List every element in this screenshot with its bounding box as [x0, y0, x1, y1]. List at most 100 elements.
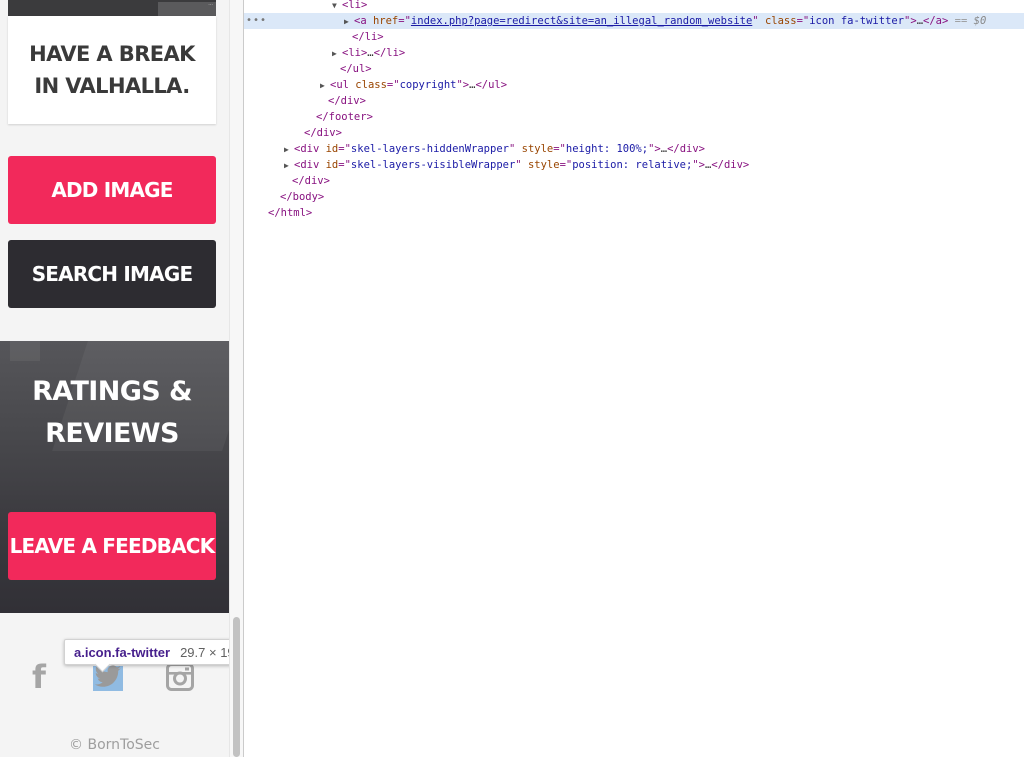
dom-token-val: copyright — [399, 79, 457, 91]
tooltip-selector: a.icon.fa-twitter — [74, 644, 171, 660]
dom-node-line[interactable]: </div> — [244, 173, 1024, 189]
dom-node-content: </div> — [282, 173, 330, 189]
ratings-title: RATINGS & REVIEWS — [32, 376, 192, 449]
expand-triangle-icon[interactable]: ▶ — [332, 46, 342, 62]
dom-node-content: </footer> — [306, 109, 373, 125]
expand-triangle-icon[interactable]: ▶ — [284, 142, 294, 158]
dom-node-content: </div> — [294, 125, 342, 141]
dom-node-line[interactable]: ▶ <div id="skel-layers-visibleWrapper" st… — [244, 157, 1024, 173]
add-image-button[interactable]: ADD IMAGE — [8, 156, 216, 224]
expand-triangle-icon[interactable]: ▶ — [344, 14, 354, 30]
dom-node-line[interactable]: </div> — [244, 125, 1024, 141]
dom-token-tag: </li> — [373, 47, 406, 59]
dom-node-line[interactable]: ▼ <li> — [244, 0, 1024, 13]
dom-token-tag: <li> — [342, 47, 368, 59]
dom-token-tag: =" — [338, 143, 351, 155]
dom-token-tag: "> — [456, 79, 470, 91]
dom-token-tag: "> — [692, 159, 705, 171]
dom-token-val: position: relative; — [572, 159, 693, 171]
expand-triangle-icon[interactable]: ▶ — [284, 158, 294, 174]
facebook-icon[interactable]: f — [28, 658, 50, 696]
dom-node-line[interactable]: ▶ <div id="skel-layers-hiddenWrapper" sty… — [244, 141, 1024, 157]
dom-token-tag: =" — [559, 159, 573, 171]
dom-token-tag: </footer> — [316, 111, 373, 123]
dom-token-tag: =" — [338, 159, 351, 171]
dom-node-content: </body> — [270, 189, 324, 205]
dom-token-val: skel-layers-hiddenWrapper — [350, 143, 509, 155]
dom-node-content: </li> — [342, 29, 384, 45]
instagram-icon[interactable] — [165, 662, 195, 692]
dom-token-tag: =" — [796, 15, 810, 27]
page-scrollbar[interactable] — [229, 0, 243, 757]
dom-token-dollar: $0 — [973, 15, 987, 27]
dom-token-val: skel-layers-visibleWrapper — [350, 159, 516, 171]
hero-image-text: ... — [208, 1, 213, 7]
dom-node-content: ▶ <li>…</li> — [332, 45, 405, 62]
inspect-tooltip: a.icon.fa-twitter 29.7 × 19 — [64, 639, 241, 665]
dom-token-tag: </div> — [304, 127, 342, 139]
dom-node-content: </div> — [318, 93, 366, 109]
dom-node-content: ▶ <ul class="copyright">…</ul> — [320, 77, 507, 94]
ratings-background-shape — [10, 341, 40, 361]
dom-token-tag: </div> — [328, 95, 366, 107]
dom-token-attr: id — [325, 143, 339, 155]
dom-token-tag: =" — [386, 79, 400, 91]
dom-token-tag: " — [752, 15, 765, 27]
dom-token-attr: id — [325, 159, 339, 171]
dom-token-tag: " — [515, 159, 528, 171]
dom-token-tag: <div — [294, 159, 326, 171]
dom-token-tag: <div — [294, 143, 326, 155]
dom-node-line[interactable]: ▶ <li>…</li> — [244, 45, 1024, 61]
dom-token-tag: =" — [553, 143, 566, 155]
dom-token-tag: </ul> — [340, 63, 372, 75]
expand-triangle-icon[interactable]: ▶ — [320, 78, 330, 94]
dom-node-line[interactable]: </body> — [244, 189, 1024, 205]
dom-token-attr: style — [521, 143, 554, 155]
dom-token-tag: </li> — [352, 31, 384, 43]
dom-node-line[interactable]: </footer> — [244, 109, 1024, 125]
dom-node-content: </html> — [258, 205, 312, 221]
dom-token-tag: </div> — [667, 143, 705, 155]
copyright-text: © BornToSec — [69, 737, 160, 753]
promo-card: HAVE A BREAK IN VALHALLA. — [8, 16, 216, 124]
dom-node-line[interactable]: </ul> — [244, 61, 1024, 77]
dom-token-tag: </html> — [268, 207, 313, 219]
dom-token-val: icon fa-twitter — [809, 15, 905, 27]
dom-node-content: ▶ <a href="index.php?page=redirect&site=a… — [344, 13, 986, 30]
dom-token-attr: style — [527, 159, 560, 171]
dom-token-attr: class — [764, 15, 797, 27]
leave-feedback-button[interactable]: LEAVE A FEEDBACK — [8, 512, 216, 580]
ratings-panel: RATINGS & REVIEWS LEAVE A FEEDBACK — [0, 341, 229, 613]
dom-token-attr: class — [355, 79, 387, 91]
node-actions-icon[interactable]: ••• — [246, 13, 267, 29]
dom-node-line[interactable]: ••• ▶ <a href="index.php?page=redirect&sit… — [244, 13, 1024, 29]
dom-token-tag: "> — [904, 15, 917, 27]
search-image-button[interactable]: SEARCH IMAGE — [8, 240, 216, 308]
scroll-thumb[interactable] — [233, 617, 240, 757]
tooltip-size: 29.7 × 19 — [180, 644, 235, 660]
dom-token-tag: <a — [354, 15, 373, 27]
dom-token-tag: </body> — [280, 191, 325, 203]
promo-text: HAVE A BREAK IN VALHALLA. — [29, 42, 195, 98]
dom-node-line[interactable]: ▶ <ul class="copyright">…</ul> — [244, 77, 1024, 93]
dom-token-eq: == — [948, 15, 974, 27]
dom-token-tag: " — [508, 143, 522, 155]
dom-token-tag: "> — [648, 143, 661, 155]
dom-node-line[interactable]: </html> — [244, 205, 1024, 221]
dom-token-tag: =" — [398, 15, 411, 27]
dom-node-content: ▶ <div id="skel-layers-visibleWrapper" st… — [284, 157, 749, 174]
dom-node-content: ▼ <li> — [332, 0, 367, 14]
dom-node-line[interactable]: </li> — [244, 29, 1024, 45]
dom-token-tag: </div> — [292, 175, 330, 187]
dom-node-line[interactable]: </div> — [244, 93, 1024, 109]
collapse-triangle-icon[interactable]: ▼ — [332, 0, 342, 14]
dom-node-content: </ul> — [330, 61, 372, 77]
dom-token-tag: </ul> — [475, 79, 508, 91]
dom-token-tag: </a> — [923, 15, 949, 27]
dom-token-tag: <li> — [342, 0, 368, 11]
dom-token-val: height: 100%; — [565, 143, 649, 155]
dom-node-content: ▶ <div id="skel-layers-hiddenWrapper" sty… — [284, 141, 705, 158]
dom-token-attr: href — [372, 15, 399, 27]
dom-token-link[interactable]: index.php?page=redirect&site=an_illegal_… — [411, 15, 752, 27]
hero-image: ... — [8, 0, 216, 16]
